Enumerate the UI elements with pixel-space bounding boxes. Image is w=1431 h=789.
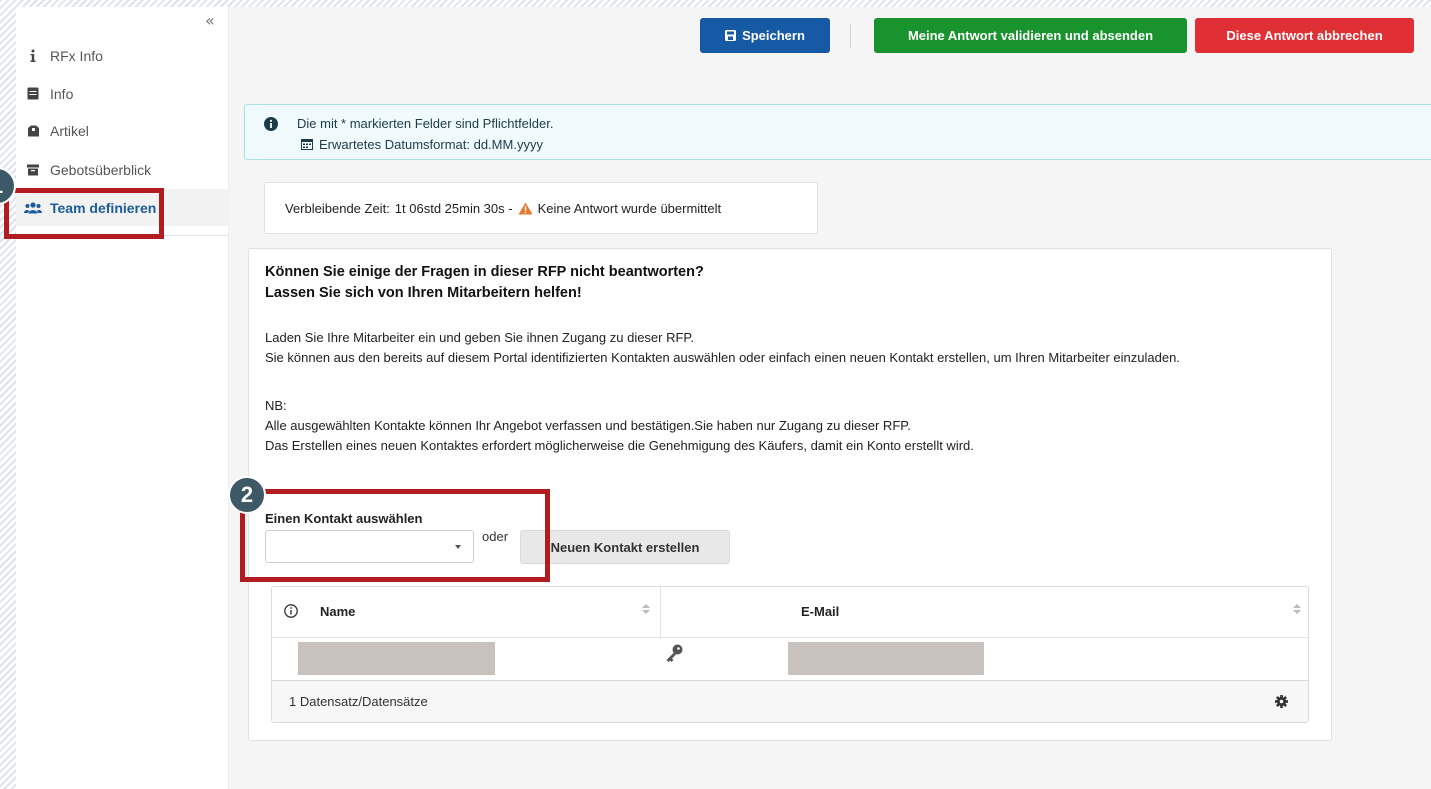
decorative-border-left xyxy=(0,0,16,789)
decorative-border-top xyxy=(0,0,1431,7)
info-icon xyxy=(16,49,50,63)
box-icon xyxy=(16,125,50,137)
warning-icon xyxy=(518,202,533,214)
table-footer: 1 Datensatz/Datensätze xyxy=(272,681,1308,722)
info-circle-outline-icon[interactable] xyxy=(284,604,298,618)
team-heading-line1: Können Sie einige der Fragen in dieser R… xyxy=(265,264,704,280)
table-header: Name E-Mail xyxy=(272,587,1308,638)
redacted-email xyxy=(788,642,984,675)
key-icon xyxy=(666,644,683,662)
remaining-time-value: 1t 06std 25min 30s - xyxy=(394,200,513,216)
table-row[interactable] xyxy=(272,638,1308,681)
team-intro-line1: Laden Sie Ihre Mitarbeiter ein und geben… xyxy=(265,330,695,345)
sidebar-item-label: Gebotsüberblick xyxy=(50,161,152,178)
info-alert: Die mit * markierten Felder sind Pflicht… xyxy=(244,104,1431,160)
sidebar-item-label: Info xyxy=(50,85,74,102)
no-response-message: Keine Antwort wurde übermittelt xyxy=(537,200,722,216)
main-content: Speichern Meine Antwort validieren und a… xyxy=(229,7,1431,789)
redacted-name xyxy=(298,642,495,675)
remaining-time-status: Verbleibende Zeit: 1t 06std 25min 30s - … xyxy=(264,182,818,234)
nb-line1: Alle ausgewählten Kontakte können Ihr An… xyxy=(265,418,911,433)
gear-icon[interactable] xyxy=(1275,695,1288,708)
document-icon xyxy=(16,87,50,100)
team-intro-line2: Sie können aus den bereits auf diesem Po… xyxy=(265,350,1180,365)
annotation-highlight-1 xyxy=(4,188,164,239)
date-format-note: Erwartetes Datumsformat: dd.MM.yyyy xyxy=(319,137,543,152)
toolbar-separator xyxy=(850,24,851,48)
contacts-table: Name E-Mail 1 Datensatz/Datensätze xyxy=(271,586,1309,723)
sidebar-item-label: RFx Info xyxy=(50,47,103,64)
nb-line2: Das Erstellen eines neuen Kontaktes erfo… xyxy=(265,438,974,453)
sidebar: « RFx Info Info Artikel Gebotsüberblick … xyxy=(0,7,229,789)
remaining-time-label: Verbleibende Zeit: xyxy=(285,200,390,216)
create-new-contact-button[interactable]: Neuen Kontakt erstellen xyxy=(520,530,730,564)
sidebar-item-artikel[interactable]: Artikel xyxy=(16,112,229,149)
sidebar-item-info[interactable]: Info xyxy=(16,75,229,112)
required-fields-note: Die mit * markierten Felder sind Pflicht… xyxy=(297,116,554,131)
column-header-name[interactable]: Name xyxy=(320,604,355,619)
sidebar-item-label: Artikel xyxy=(50,122,89,139)
cancel-response-button[interactable]: Diese Antwort abbrechen xyxy=(1195,18,1414,53)
info-circle-icon xyxy=(264,117,278,131)
annotation-badge-2: 2 xyxy=(228,476,266,514)
validate-and-submit-button[interactable]: Meine Antwort validieren und absenden xyxy=(874,18,1187,53)
sidebar-item-gebotsueberblick[interactable]: Gebotsüberblick xyxy=(16,151,229,188)
sidebar-item-rfx-info[interactable]: RFx Info xyxy=(16,37,229,74)
record-count: 1 Datensatz/Datensätze xyxy=(289,694,428,709)
column-header-email[interactable]: E-Mail xyxy=(801,604,839,619)
save-button[interactable]: Speichern xyxy=(700,18,830,53)
calendar-icon xyxy=(301,139,313,150)
collapse-sidebar-icon[interactable]: « xyxy=(205,11,215,30)
save-button-label: Speichern xyxy=(742,28,805,43)
floppy-disk-icon xyxy=(725,30,737,41)
team-heading-line2: Lassen Sie sich von Ihren Mitarbeitern h… xyxy=(265,285,582,301)
annotation-highlight-2 xyxy=(240,489,550,582)
archive-icon xyxy=(16,164,50,176)
nb-label: NB: xyxy=(265,398,287,413)
column-divider xyxy=(660,587,661,638)
